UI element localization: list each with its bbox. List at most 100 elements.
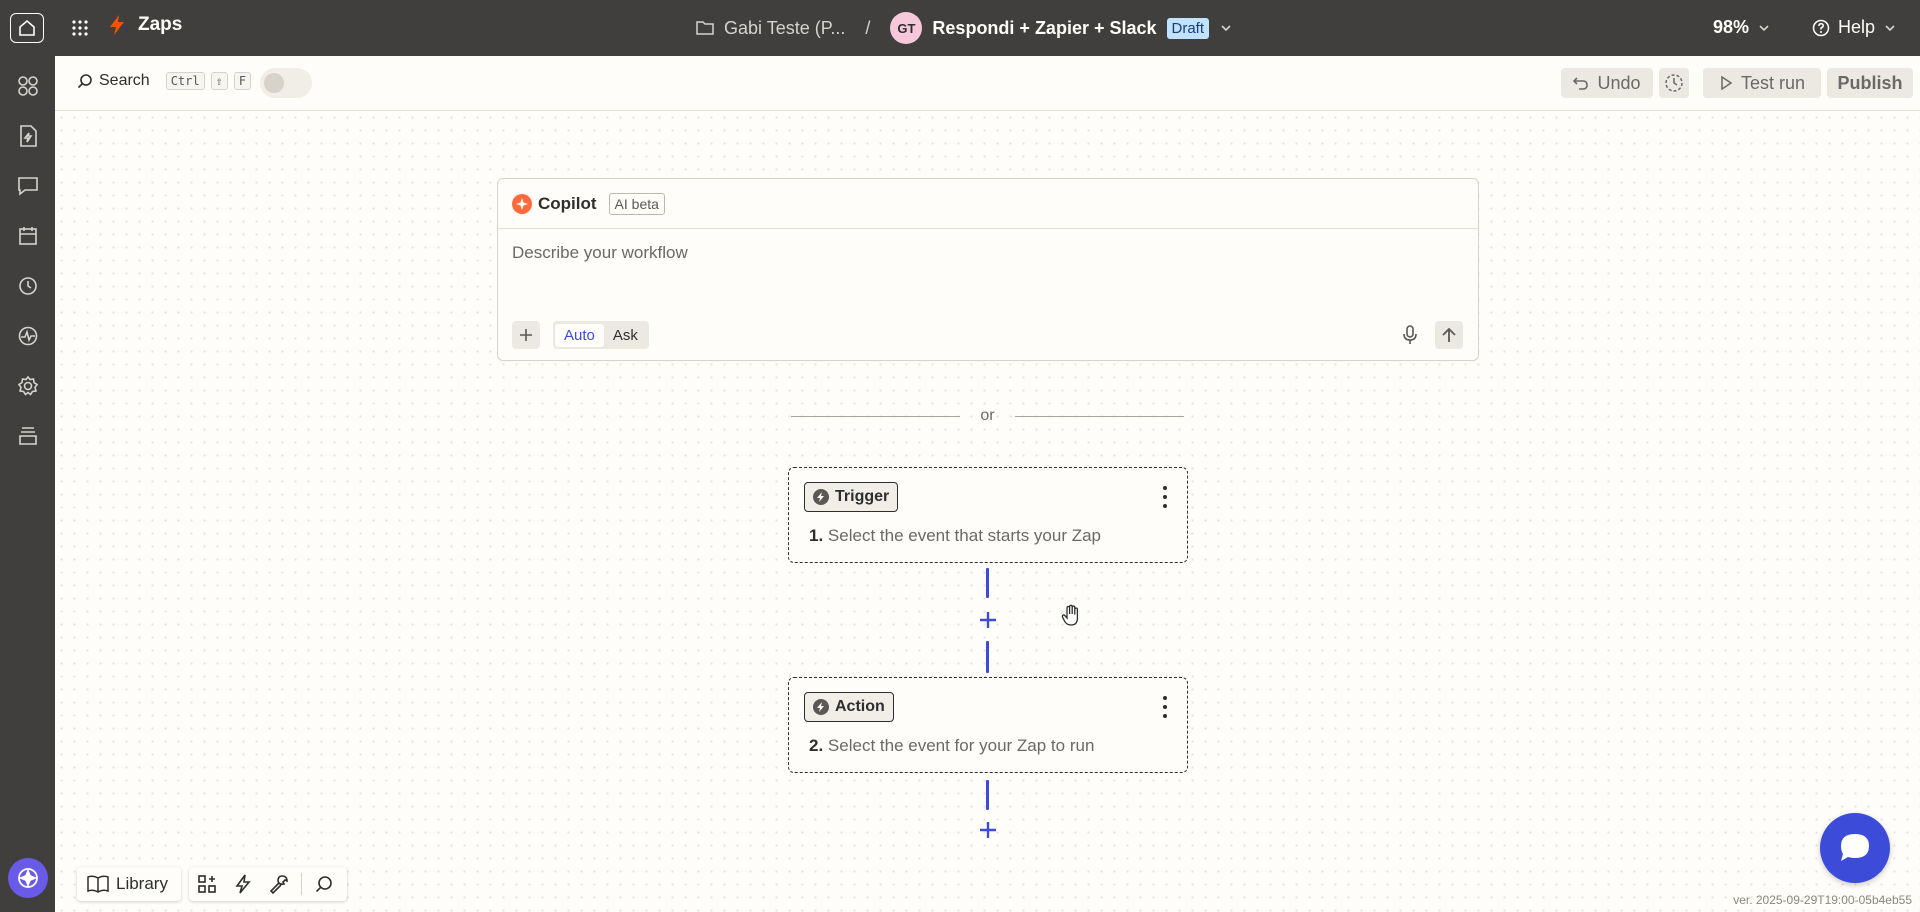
- trigger-label: Trigger: [835, 488, 890, 505]
- search-tool-button[interactable]: [306, 867, 342, 901]
- breadcrumb-separator: /: [865, 17, 871, 38]
- apps-icon[interactable]: [15, 73, 41, 99]
- apps-add-icon: [198, 875, 216, 893]
- shortcut-key: F: [233, 72, 252, 90]
- more-options-icon[interactable]: [1161, 486, 1169, 508]
- editor-toolbar: Search Ctrl ⇧ F Undo Test run Publish: [55, 56, 1920, 111]
- calendar-icon[interactable]: [15, 223, 41, 249]
- step-text: Select the event for your Zap to run: [827, 736, 1095, 755]
- more-options-icon[interactable]: [1161, 696, 1169, 718]
- build-tool-button[interactable]: [261, 867, 297, 901]
- book-icon: [87, 875, 109, 893]
- app-title: Zaps: [138, 14, 183, 35]
- app-switcher-button[interactable]: [70, 16, 90, 40]
- zaps-nav-link[interactable]: Zaps: [108, 14, 182, 36]
- wrench-icon: [269, 875, 288, 894]
- zoom-dropdown[interactable]: 98%: [1713, 17, 1771, 38]
- attach-button[interactable]: [512, 321, 540, 349]
- undo-button[interactable]: Undo: [1561, 68, 1653, 98]
- toolbar-divider: [301, 873, 302, 895]
- arrow-up-icon: [1442, 327, 1456, 342]
- mode-ask[interactable]: Ask: [604, 324, 647, 347]
- action-label: Action: [835, 698, 885, 715]
- settings-icon[interactable]: [15, 373, 41, 399]
- copilot-title: Copilot: [538, 193, 597, 213]
- library-button[interactable]: Library: [77, 867, 181, 901]
- history-icon: [1665, 74, 1683, 92]
- apps-tool-button[interactable]: [189, 867, 225, 901]
- mode-switch: Auto Ask: [553, 321, 649, 349]
- step-number: 2.: [809, 736, 824, 755]
- folder-icon: [696, 21, 714, 35]
- avatar[interactable]: GT: [890, 12, 923, 44]
- connector-line: [986, 568, 989, 598]
- test-run-button[interactable]: Test run: [1703, 68, 1821, 98]
- activity-icon[interactable]: [15, 323, 41, 349]
- home-button[interactable]: [10, 13, 44, 43]
- canvas-tools: [189, 867, 347, 901]
- grid-icon: [72, 20, 88, 36]
- breadcrumb: Gabi Teste (P... / GT Respondi + Zapier …: [696, 12, 1233, 44]
- microphone-icon: [1403, 325, 1417, 344]
- folder-link[interactable]: Gabi Teste (P...: [724, 18, 845, 39]
- zap-title[interactable]: Respondi + Zapier + Slack: [932, 18, 1156, 39]
- support-chat-button[interactable]: [1820, 813, 1890, 883]
- microphone-button[interactable]: [1396, 321, 1424, 349]
- assistant-button[interactable]: [8, 858, 48, 898]
- add-step-button[interactable]: [978, 820, 998, 840]
- status-badge: Draft: [1166, 17, 1210, 39]
- zap-tool-button[interactable]: [225, 867, 261, 901]
- play-icon: [1721, 76, 1733, 90]
- step-text: Select the event that starts your Zap: [827, 526, 1102, 545]
- version-history-button[interactable]: [1659, 68, 1689, 98]
- publish-button[interactable]: Publish: [1827, 68, 1913, 98]
- zoom-level: 98%: [1713, 17, 1750, 37]
- home-icon: [19, 19, 35, 36]
- send-button[interactable]: [1435, 321, 1463, 349]
- plus-icon: [520, 329, 532, 341]
- chevron-down-icon: [1759, 24, 1769, 31]
- plus-icon: [980, 822, 996, 838]
- version-label: ver. 2025-09-29T19:00-05b4eb55: [1733, 893, 1912, 907]
- undo-icon: [1573, 77, 1589, 90]
- search-label: Search: [99, 72, 150, 89]
- search-button[interactable]: Search Ctrl ⇧ F: [77, 72, 252, 90]
- chat-icon[interactable]: [15, 173, 41, 199]
- undo-label: Undo: [1597, 72, 1641, 93]
- history-icon[interactable]: [15, 273, 41, 299]
- divider-line: [791, 415, 961, 417]
- compass-icon: [18, 868, 38, 888]
- trigger-description: 1. Select the event that starts your Zap: [809, 526, 1101, 546]
- zap-file-icon[interactable]: [15, 123, 41, 149]
- search-icon: [77, 74, 92, 89]
- add-step-button[interactable]: [978, 610, 998, 630]
- mode-auto[interactable]: Auto: [555, 323, 604, 347]
- ai-beta-badge: AI beta: [608, 192, 665, 215]
- help-dropdown[interactable]: Help: [1812, 17, 1897, 38]
- step-number: 1.: [809, 526, 824, 545]
- library-label: Library: [116, 874, 168, 893]
- bolt-icon: [235, 874, 251, 894]
- canvas-toggle[interactable]: [260, 68, 312, 98]
- copilot-logo-icon: [512, 193, 532, 214]
- help-icon: [1812, 19, 1830, 36]
- workflow-prompt-input[interactable]: Describe your workflow: [512, 243, 688, 263]
- action-step[interactable]: Action 2. Select the event for your Zap …: [788, 677, 1188, 773]
- help-label: Help: [1838, 17, 1876, 37]
- test-run-label: Test run: [1740, 72, 1806, 93]
- plus-icon: [980, 612, 996, 628]
- trigger-step[interactable]: Trigger 1. Select the event that starts …: [788, 467, 1188, 563]
- copilot-header: Copilot AI beta: [498, 179, 1478, 229]
- hand-cursor-icon: [1060, 604, 1082, 633]
- shortcut-key: ⇧: [210, 72, 228, 90]
- chevron-down-icon: [1885, 24, 1895, 31]
- top-bar: Zaps Gabi Teste (P... / GT Respondi + Za…: [0, 0, 1920, 56]
- action-description: 2. Select the event for your Zap to run: [809, 736, 1094, 756]
- action-badge: Action: [804, 692, 894, 722]
- layers-icon[interactable]: [15, 423, 41, 449]
- copilot-panel: Copilot AI beta Describe your workflow A…: [497, 178, 1479, 361]
- chat-bubble-icon: [1841, 834, 1869, 861]
- chevron-down-icon[interactable]: [1219, 21, 1233, 35]
- bolt-icon: [813, 489, 829, 505]
- trigger-badge: Trigger: [804, 482, 899, 512]
